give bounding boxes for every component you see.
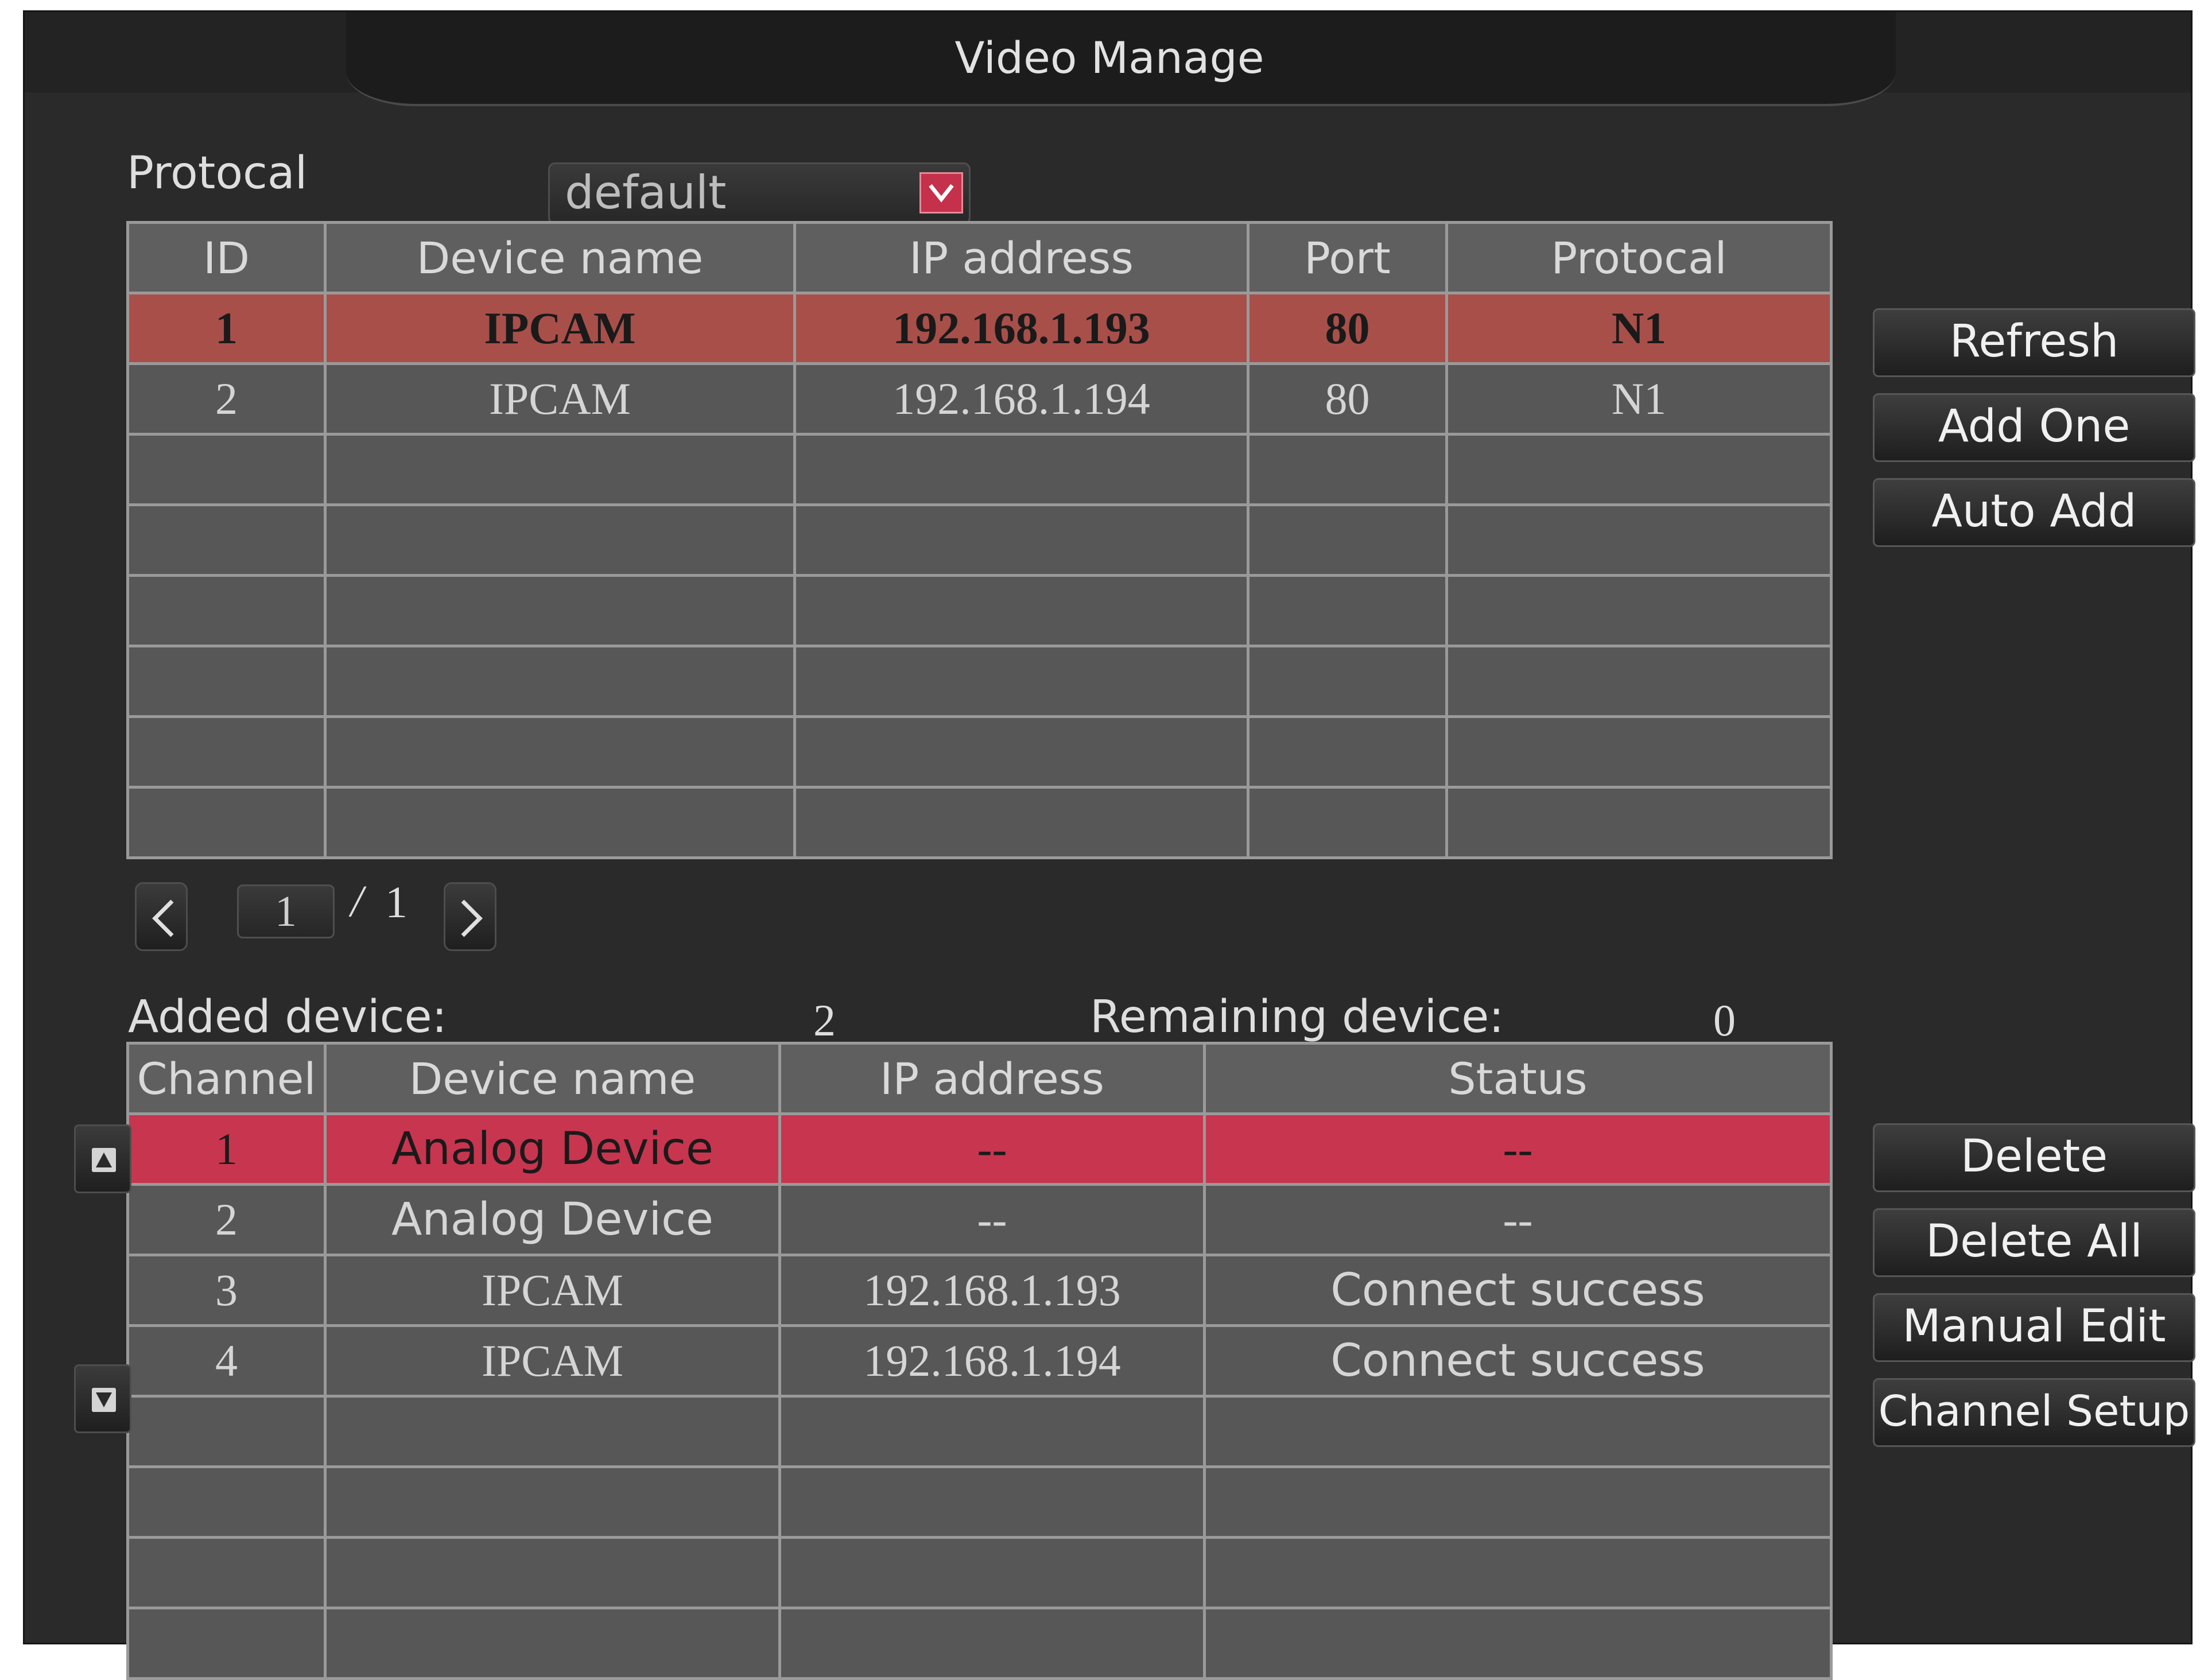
scroll-down-button[interactable]: [74, 1364, 131, 1433]
next-page-button[interactable]: [444, 882, 496, 951]
search-table-header: ID Device name IP address Port Protocal: [126, 221, 1833, 294]
column-header-status: Status: [1203, 1042, 1833, 1115]
column-header-device-name: Device name: [324, 221, 796, 294]
channel-setup-button[interactable]: Channel Setup: [1873, 1378, 2195, 1447]
cell-channel: 3: [126, 1254, 327, 1327]
page-total: 1: [385, 877, 408, 927]
prev-page-button[interactable]: [135, 882, 188, 951]
cell-device-name: IPCAM: [324, 362, 796, 436]
cell-device-name: IPCAM: [324, 1324, 781, 1398]
table-row[interactable]: 1 IPCAM 192.168.1.193 80 N1: [126, 292, 1833, 365]
empty-row: [126, 1465, 1833, 1539]
cell-ip-address: 192.168.1.194: [793, 362, 1250, 436]
cell-status: Connect success: [1203, 1254, 1833, 1327]
cell-status: --: [1203, 1112, 1833, 1186]
added-device-count: 2: [813, 995, 836, 1045]
cell-port: 80: [1247, 292, 1448, 365]
scroll-up-button[interactable]: [74, 1124, 131, 1193]
page-number-input[interactable]: 1: [237, 884, 335, 938]
cell-channel: 1: [126, 1112, 327, 1186]
cell-device-name: IPCAM: [324, 1254, 781, 1327]
cell-device-name: IPCAM: [324, 292, 796, 365]
column-header-channel: Channel: [126, 1042, 327, 1115]
remaining-device-label: Remaining device:: [1090, 991, 1504, 1043]
window-title: Video Manage: [954, 32, 1264, 83]
added-device-label: Added device:: [128, 991, 447, 1043]
cell-protocol: N1: [1445, 362, 1833, 436]
manual-edit-button[interactable]: Manual Edit: [1873, 1293, 2195, 1362]
search-device-table: ID Device name IP address Port Protocal …: [126, 221, 1833, 859]
table-row[interactable]: 4 IPCAM 192.168.1.194 Connect success: [126, 1324, 1833, 1398]
table-row[interactable]: 2 Analog Device -- --: [126, 1183, 1833, 1256]
column-header-device-name: Device name: [324, 1042, 781, 1115]
empty-row: [126, 574, 1833, 647]
cell-device-name: Analog Device: [324, 1112, 781, 1186]
table-row[interactable]: 1 Analog Device -- --: [126, 1112, 1833, 1186]
column-header-id: ID: [126, 221, 327, 294]
empty-row: [126, 1536, 1833, 1609]
chevron-right-icon: [461, 899, 483, 937]
auto-add-button[interactable]: Auto Add: [1873, 478, 2195, 547]
chevron-down-icon[interactable]: [919, 172, 963, 214]
video-manage-window: Video Manage Protocal default ID Device …: [23, 10, 2195, 1680]
cell-channel: 2: [126, 1183, 327, 1256]
cell-ip-address: 192.168.1.194: [778, 1324, 1206, 1398]
delete-all-button[interactable]: Delete All: [1873, 1208, 2195, 1277]
cell-ip-address: 192.168.1.193: [778, 1254, 1206, 1327]
chevron-left-icon: [152, 899, 174, 937]
empty-row: [126, 786, 1833, 859]
column-header-port: Port: [1247, 221, 1448, 294]
protocol-selected-value: default: [565, 166, 727, 219]
column-header-ip-address: IP address: [793, 221, 1250, 294]
added-device-table: Channel Device name IP address Status 1 …: [126, 1042, 1833, 1680]
empty-row: [126, 433, 1833, 506]
cell-id: 2: [126, 362, 327, 436]
remaining-device-count: 0: [1713, 995, 1736, 1045]
refresh-button[interactable]: Refresh: [1873, 308, 2195, 377]
cell-ip-address: --: [778, 1112, 1206, 1186]
empty-row: [126, 1395, 1833, 1468]
empty-row: [126, 645, 1833, 718]
cell-ip-address: 192.168.1.193: [793, 292, 1250, 365]
page-separator: /: [351, 876, 363, 926]
table-row[interactable]: 2 IPCAM 192.168.1.194 80 N1: [126, 362, 1833, 436]
empty-row: [126, 503, 1833, 577]
cell-device-name: Analog Device: [324, 1183, 781, 1256]
column-header-ip-address: IP address: [778, 1042, 1206, 1115]
cell-protocol: N1: [1445, 292, 1833, 365]
added-table-header: Channel Device name IP address Status: [126, 1042, 1833, 1115]
cell-port: 80: [1247, 362, 1448, 436]
protocol-dropdown[interactable]: default: [548, 162, 971, 224]
column-header-protocol: Protocal: [1445, 221, 1833, 294]
cell-status: Connect success: [1203, 1324, 1833, 1398]
triangle-down-icon: [96, 1392, 112, 1407]
cell-ip-address: --: [778, 1183, 1206, 1256]
empty-row: [126, 715, 1833, 789]
table-row[interactable]: 3 IPCAM 192.168.1.193 Connect success: [126, 1254, 1833, 1327]
cell-id: 1: [126, 292, 327, 365]
triangle-up-icon: [96, 1153, 112, 1167]
empty-row: [126, 1607, 1833, 1680]
protocol-label: Protocal: [127, 148, 308, 199]
cell-channel: 4: [126, 1324, 327, 1398]
add-one-button[interactable]: Add One: [1873, 393, 2195, 462]
delete-button[interactable]: Delete: [1873, 1123, 2195, 1192]
cell-status: --: [1203, 1183, 1833, 1256]
